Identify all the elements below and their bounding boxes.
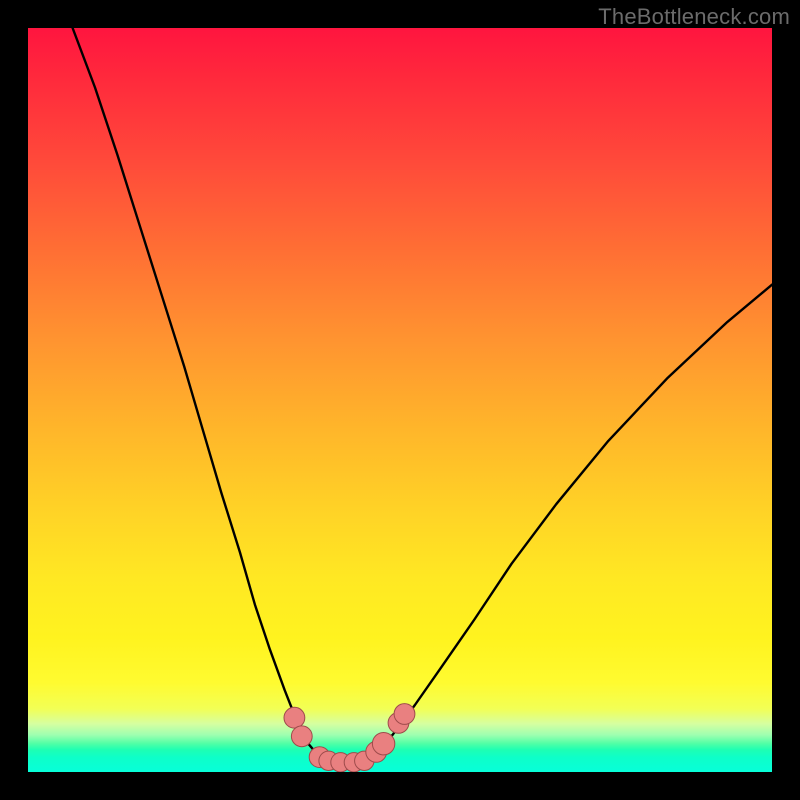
chart-plot-area	[28, 28, 772, 772]
chart-svg	[28, 28, 772, 772]
curve-markers	[284, 704, 415, 772]
chart-frame: TheBottleneck.com	[0, 0, 800, 800]
watermark-text: TheBottleneck.com	[598, 4, 790, 30]
bottleneck-curve	[73, 28, 772, 762]
curve-marker	[291, 726, 312, 747]
curve-marker	[372, 733, 394, 755]
curve-marker	[394, 704, 415, 725]
curve-marker	[284, 707, 305, 728]
